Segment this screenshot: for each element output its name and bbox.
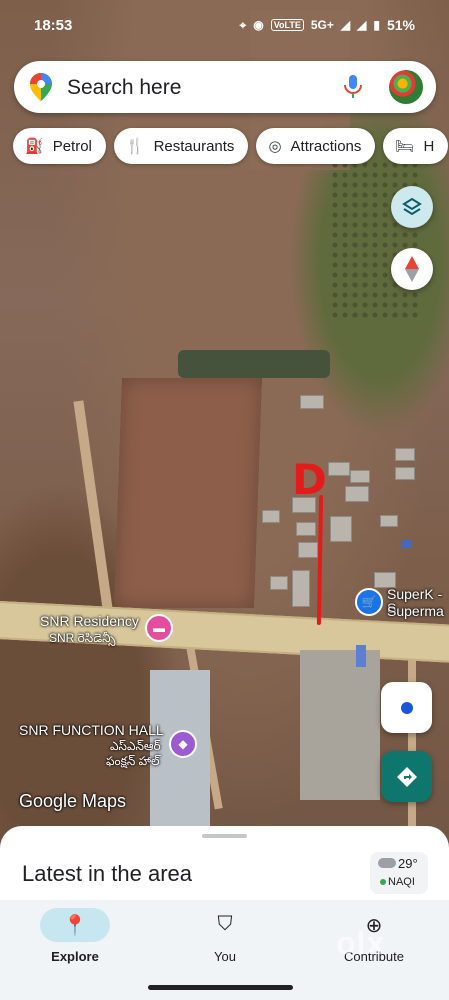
map-building [380, 515, 398, 527]
sheet-title: Latest in the area [22, 861, 193, 886]
chip-label: H [423, 137, 435, 155]
microphone-icon[interactable] [344, 75, 362, 99]
my-location-icon [400, 701, 413, 714]
poi-label-snr-residency[interactable]: SNR Residency [40, 614, 139, 628]
network-type: 5G+ [310, 18, 334, 32]
avatar[interactable] [389, 70, 423, 104]
wifi-signal-icon: ◢ [357, 18, 367, 32]
search-input[interactable]: Search here [67, 76, 181, 100]
tab-explore[interactable]: 📍 Explore [0, 900, 150, 980]
fork-knife-icon: 🍴 [125, 138, 145, 155]
hand-drawn-line [316, 494, 324, 626]
map-building [296, 522, 316, 536]
hotel-icon[interactable]: ▬ [145, 614, 173, 642]
volte-icon: VoLTE [270, 19, 304, 31]
maps-pin-icon [30, 73, 52, 101]
compass-icon [405, 256, 419, 282]
map-building [395, 467, 415, 480]
aqi-label: NAQI [380, 876, 415, 888]
map-building [292, 570, 310, 607]
camera-icon: ◎ [268, 138, 282, 155]
layers-icon [402, 197, 422, 216]
battery-icon: ▮ [373, 18, 380, 32]
map-building [350, 470, 370, 483]
map-pond [178, 350, 330, 378]
tab-explore-label: Explore [51, 949, 99, 964]
layers-button[interactable] [391, 186, 433, 228]
chip-attractions[interactable]: ◎ Attractions [256, 128, 376, 164]
map-building [270, 576, 288, 590]
map-building-cluster [300, 650, 380, 800]
map-orchard [330, 160, 420, 320]
search-bar[interactable]: Search here [14, 61, 436, 113]
category-chips: ⛽ Petrol 🍴 Restaurants ◎ Attractions 🛏 H [13, 128, 449, 164]
bed-icon: 🛏 [395, 138, 415, 155]
compass-button[interactable] [391, 248, 433, 290]
temperature: 29° [398, 856, 418, 871]
map-building [345, 486, 369, 502]
directions-button[interactable] [381, 751, 432, 802]
status-icons: ⌖ ◉ VoLTE 5G+ ◢ ◢ ▮ 51% [239, 17, 415, 33]
poi-label-superk-2[interactable]: Superma [387, 604, 444, 618]
map-building [356, 645, 366, 667]
tab-you[interactable]: ⛉ You [150, 900, 300, 980]
aqi-dot-icon [380, 879, 386, 885]
hotspot-icon: ◉ [253, 18, 264, 32]
cloud-icon [378, 858, 396, 868]
map-building [395, 448, 415, 461]
chip-label: Attractions [290, 137, 362, 155]
weather-badge[interactable]: 29° NAQI [370, 852, 428, 894]
status-time: 18:53 [34, 17, 73, 34]
aqi-text: NAQI [388, 876, 415, 888]
poi-label-snr-residency-telugu[interactable]: SNR రెసిడెన్సీ [49, 631, 115, 645]
chip-label: Restaurants [153, 137, 235, 155]
olx-watermark: olx [336, 925, 386, 961]
gesture-bar[interactable] [148, 985, 293, 990]
map-building [402, 540, 412, 548]
map-building [328, 462, 350, 476]
tab-you-label: You [214, 949, 236, 964]
map-building [300, 395, 324, 409]
bookmark-icon: ⛉ [217, 913, 233, 935]
chip-label: Petrol [52, 137, 92, 155]
poi-label-snr-hall[interactable]: SNR FUNCTION HALL [19, 723, 164, 737]
signal-icon: ◢ [340, 18, 351, 32]
poi-label-snr-hall-telugu-1[interactable]: ఎస్ఎన్ఆర్ [110, 739, 161, 753]
shopping-cart-icon[interactable]: 🛒 [355, 588, 383, 616]
my-location-button[interactable] [381, 682, 432, 733]
chip-restaurants[interactable]: 🍴 Restaurants [113, 128, 249, 164]
chip-hotels[interactable]: 🛏 H [383, 128, 449, 164]
battery-percent: 51% [386, 17, 415, 33]
poi-label-snr-hall-telugu-2[interactable]: ఫంక్షన్ హాల్ [106, 754, 160, 768]
directions-icon [396, 766, 417, 787]
fuel-icon: ⛽ [25, 138, 44, 155]
map-building [298, 542, 318, 558]
map-building [330, 516, 352, 542]
map-building [262, 510, 280, 523]
status-bar: 18:53 ⌖ ◉ VoLTE 5G+ ◢ ◢ ▮ 51% [0, 0, 449, 50]
map-dirt-road [73, 400, 113, 610]
event-hall-icon[interactable]: ◆ [169, 730, 197, 758]
chip-petrol[interactable]: ⛽ Petrol [13, 128, 106, 164]
explore-pin-icon: 📍 [62, 915, 88, 937]
location-icon: ⌖ [239, 17, 247, 32]
map-field-plot [113, 378, 263, 608]
google-maps-logo: Google Maps [19, 791, 127, 811]
sheet-drag-handle[interactable] [202, 834, 247, 838]
